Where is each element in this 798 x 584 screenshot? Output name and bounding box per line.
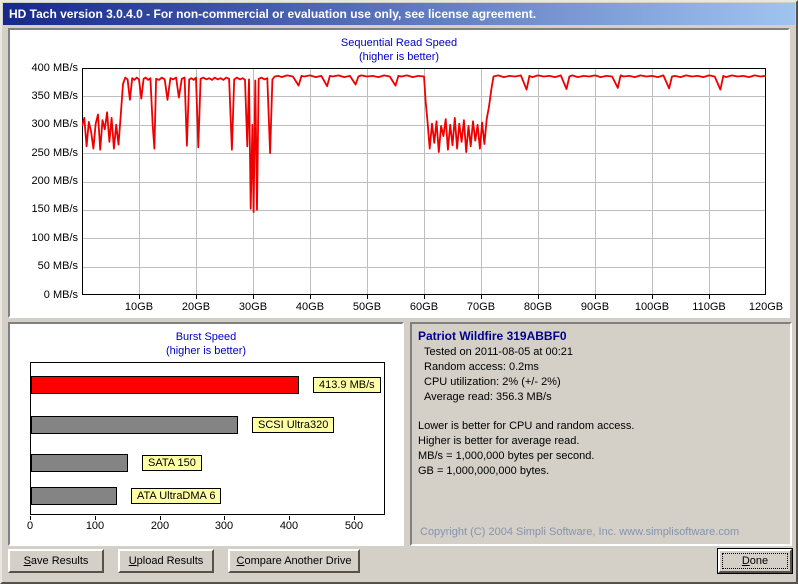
seq-y-tick-label: 400 MB/s — [31, 61, 78, 74]
burst-x-tick-label: 400 — [279, 520, 299, 532]
seq-x-tick-label: 60GB — [409, 301, 439, 313]
done-button[interactable]: Done — [718, 549, 792, 573]
seq-x-tick-label: 70GB — [466, 301, 496, 313]
seq-y-tick-label: 300 MB/s — [31, 118, 78, 131]
seq-plot-area — [82, 68, 766, 299]
burst-x-tick-label: 200 — [150, 520, 170, 532]
seq-x-tick-label: 20GB — [181, 301, 211, 313]
burst-x-tick-label: 300 — [214, 520, 234, 532]
drive-name: Patriot Wildfire 319ABBF0 — [418, 329, 567, 343]
save-results-button[interactable]: Save Results — [8, 549, 104, 573]
burst-bar-label: SCSI Ultra320 — [252, 417, 335, 433]
seq-x-tick-label: 120GB — [748, 301, 784, 313]
burst-x-tick-label: 0 — [26, 520, 34, 532]
test-results: Tested on 2011-08-05 at 00:21 Random acce… — [412, 345, 790, 405]
seq-read-line-chart — [82, 68, 766, 299]
copyright-text: Copyright (C) 2004 Simpli Software, Inc.… — [420, 526, 740, 538]
title-bar[interactable]: HD Tach version 3.0.4.0 - For non-commer… — [3, 3, 795, 25]
burst-bar-scsi-ultra320 — [31, 416, 238, 434]
burst-bar-label: SATA 150 — [142, 455, 202, 471]
seq-y-tick-label: 150 MB/s — [31, 203, 78, 216]
burst-chart-title: Burst Speed — [175, 331, 237, 343]
note-line: Lower is better for CPU and random acces… — [418, 420, 635, 432]
seq-y-tick-label: 200 MB/s — [31, 175, 78, 187]
sequential-read-panel: Sequential Read Speed (higher is better)… — [8, 28, 790, 318]
window-title: HD Tach version 3.0.4.0 - For non-commer… — [9, 7, 537, 21]
burst-bar-label: ATA UltraDMA 6 — [131, 488, 222, 504]
hdtach-window: HD Tach version 3.0.4.0 - For non-commer… — [0, 0, 798, 584]
burst-chart-subtitle: (higher is better) — [165, 345, 247, 357]
seq-x-tick-label: 100GB — [634, 301, 670, 313]
compare-another-drive-button[interactable]: Compare Another Drive — [228, 549, 360, 573]
results-info-panel: Patriot Wildfire 319ABBF0 Tested on 2011… — [410, 322, 792, 546]
burst-bar-drive-burst — [31, 376, 299, 394]
burst-x-tick-label: 500 — [344, 520, 364, 532]
burst-bar-label: 413.9 MB/s — [313, 377, 381, 393]
seq-x-tick-label: 50GB — [352, 301, 382, 313]
seq-x-tick-label: 90GB — [580, 301, 610, 313]
burst-speed-panel: Burst Speed (higher is better) 413.9 MB/… — [8, 322, 404, 546]
seq-y-tick-label: 100 MB/s — [31, 231, 78, 244]
seq-x-tick-label: 40GB — [295, 301, 325, 313]
seq-chart-title: Sequential Read Speed — [340, 37, 458, 49]
seq-y-tick-label: 250 MB/s — [31, 146, 78, 159]
burst-bar-sata-150 — [31, 454, 128, 472]
note-line: GB = 1,000,000,000 bytes. — [418, 465, 550, 477]
seq-y-tick-label: 350 MB/s — [31, 89, 78, 102]
result-notes: Lower is better for CPU and random acces… — [412, 419, 790, 479]
note-line: MB/s = 1,000,000 bytes per second. — [418, 450, 595, 462]
burst-bar-ata-ultradma-6 — [31, 487, 117, 505]
seq-x-tick-label: 80GB — [523, 301, 553, 313]
seq-x-tick-label: 30GB — [238, 301, 268, 313]
seq-y-tick-label: 50 MB/s — [37, 260, 78, 273]
seq-chart-subtitle: (higher is better) — [358, 51, 440, 63]
seq-y-tick-label: 0 MB/s — [43, 288, 78, 301]
upload-results-button[interactable]: Upload Results — [118, 549, 214, 573]
seq-x-tick-label: 110GB — [692, 301, 726, 313]
seq-x-tick-label: 10GB — [124, 301, 154, 313]
test-result-line: Tested on 2011-08-05 at 00:21 — [424, 346, 574, 358]
burst-bar-chart: 413.9 MB/s SCSI Ultra320 SATA 150 ATA Ultra… — [30, 362, 385, 515]
burst-x-tick-label: 100 — [85, 520, 105, 532]
test-result-line: CPU utilization: 2% (+/- 2%) — [424, 376, 561, 388]
test-result-line: Random access: 0.2ms — [424, 361, 539, 373]
note-line: Higher is better for average read. — [418, 435, 580, 447]
test-result-line: Average read: 356.3 MB/s — [424, 391, 552, 403]
